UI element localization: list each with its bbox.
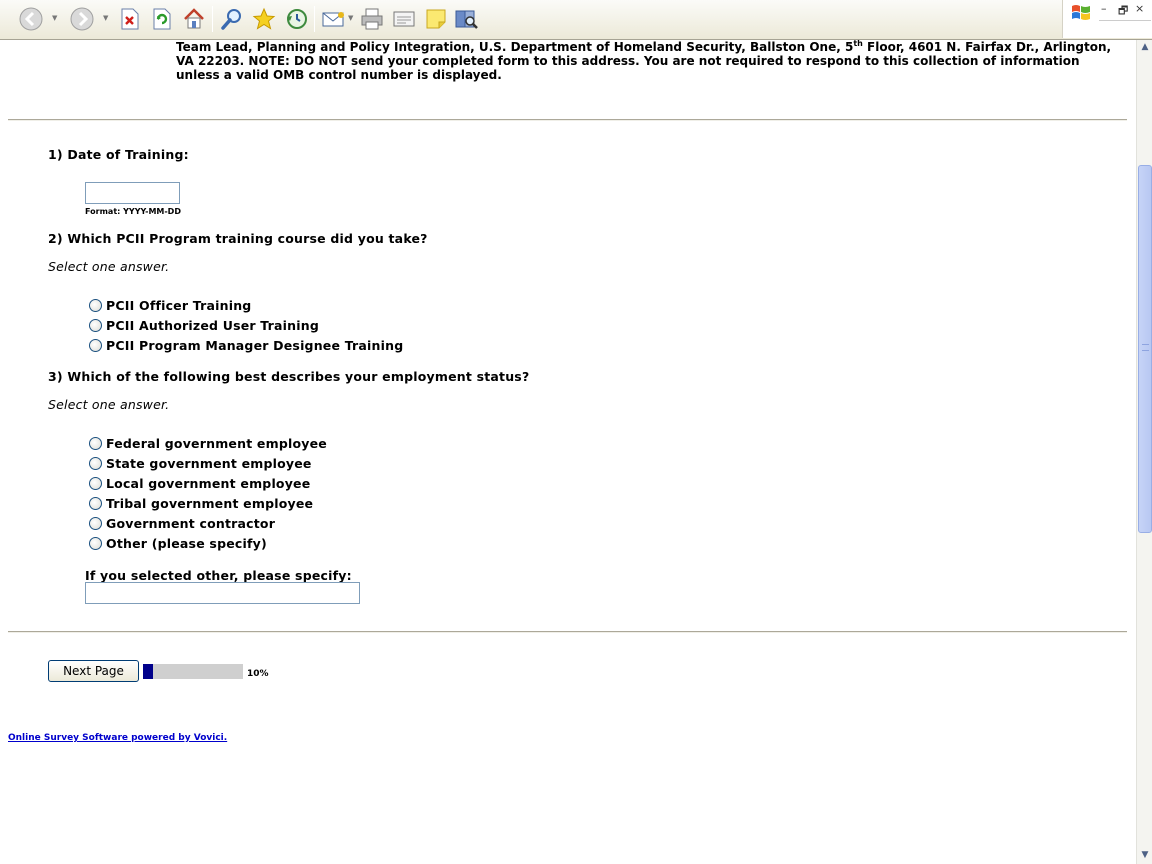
- q3-option-label: Other (please specify): [106, 535, 267, 551]
- q3-option[interactable]: Other (please specify): [89, 534, 267, 552]
- vertical-scrollbar[interactable]: ▲ ▼: [1136, 40, 1152, 864]
- radio-button[interactable]: [89, 496, 102, 510]
- mail-dropdown-icon[interactable]: ▼: [348, 14, 353, 22]
- browser-toolbar: ▼ ▼ ▼ – 🗗 ×: [0, 0, 1152, 40]
- radio-button[interactable]: [89, 338, 102, 352]
- q2-option-label: PCII Authorized User Training: [106, 317, 319, 333]
- star-icon[interactable]: [250, 5, 278, 33]
- q3-option[interactable]: Tribal government employee: [89, 494, 313, 512]
- q3-option[interactable]: Federal government employee: [89, 434, 327, 452]
- edit-icon[interactable]: [390, 5, 418, 33]
- q2-option-label: PCII Program Manager Designee Training: [106, 337, 404, 353]
- other-specify-label: If you selected other, please specify:: [85, 568, 352, 583]
- divider-top: [8, 119, 1127, 121]
- radio-button[interactable]: [89, 476, 102, 490]
- scrollbar-grip-icon: [1142, 344, 1149, 351]
- radio-button[interactable]: [89, 516, 102, 530]
- next-page-button[interactable]: Next Page: [48, 660, 139, 682]
- q2-hint: Select one answer.: [48, 259, 170, 274]
- other-specify-input[interactable]: [85, 582, 360, 604]
- radio-button[interactable]: [89, 298, 102, 312]
- refresh-icon[interactable]: [148, 5, 176, 33]
- search-icon[interactable]: [218, 5, 246, 33]
- divider-bottom: [8, 631, 1127, 633]
- q3-option[interactable]: State government employee: [89, 454, 312, 472]
- scroll-up-icon[interactable]: ▲: [1138, 40, 1152, 54]
- radio-button[interactable]: [89, 318, 102, 332]
- close-icon[interactable]: ×: [1135, 2, 1144, 15]
- radio-button[interactable]: [89, 436, 102, 450]
- research-icon[interactable]: [452, 5, 480, 33]
- note-icon[interactable]: [422, 5, 450, 33]
- date-of-training-input[interactable]: [85, 182, 180, 204]
- q3-hint: Select one answer.: [48, 397, 170, 412]
- progress-bar: [143, 664, 243, 679]
- q1-label: 1) Date of Training:: [48, 147, 189, 162]
- q3-option[interactable]: Local government employee: [89, 474, 310, 492]
- notice-text-start: Team Lead, Planning and Policy Integrati…: [176, 40, 854, 54]
- forward-dropdown-icon[interactable]: ▼: [103, 14, 108, 22]
- progress-percent-label: 10%: [247, 669, 269, 679]
- stop-icon[interactable]: [116, 5, 144, 33]
- q3-label: 3) Which of the following best describes…: [48, 369, 530, 384]
- back-dropdown-icon[interactable]: ▼: [52, 14, 57, 22]
- q2-option[interactable]: PCII Authorized User Training: [89, 316, 319, 334]
- mail-icon[interactable]: [320, 5, 348, 33]
- radio-button[interactable]: [89, 536, 102, 550]
- back-arrow-icon[interactable]: [17, 5, 45, 33]
- q2-option[interactable]: PCII Officer Training: [89, 296, 251, 314]
- q3-option-label: Federal government employee: [106, 435, 327, 451]
- vovici-footer-link[interactable]: Online Survey Software powered by Vovici…: [8, 733, 227, 743]
- restore-icon[interactable]: 🗗: [1118, 2, 1128, 21]
- q3-option-label: Local government employee: [106, 475, 311, 491]
- q2-option[interactable]: PCII Program Manager Designee Training: [89, 336, 403, 354]
- page-content: Team Lead, Planning and Policy Integrati…: [0, 40, 1136, 864]
- windows-logo-icon: [1070, 2, 1092, 28]
- date-format-hint: Format: YYYY-MM-DD: [85, 207, 181, 216]
- q3-option-label: Tribal government employee: [106, 495, 314, 511]
- history-icon[interactable]: [282, 5, 310, 33]
- minimize-icon[interactable]: –: [1101, 2, 1107, 15]
- omb-notice: Team Lead, Planning and Policy Integrati…: [176, 39, 1126, 83]
- q2-label: 2) Which PCII Program training course di…: [48, 231, 428, 246]
- q2-option-label: PCII Officer Training: [106, 297, 252, 313]
- progress-bar-fill: [143, 664, 153, 679]
- scrollbar-thumb[interactable]: [1138, 165, 1152, 533]
- forward-arrow-icon[interactable]: [68, 5, 96, 33]
- radio-button[interactable]: [89, 456, 102, 470]
- window-controls: – 🗗 ×: [1062, 0, 1152, 38]
- q3-option-label: Government contractor: [106, 515, 276, 531]
- printer-icon[interactable]: [358, 5, 386, 33]
- home-icon[interactable]: [180, 5, 208, 33]
- scroll-down-icon[interactable]: ▼: [1138, 848, 1152, 862]
- q3-option-label: State government employee: [106, 455, 312, 471]
- q3-option[interactable]: Government contractor: [89, 514, 275, 532]
- notice-superscript: th: [853, 39, 863, 48]
